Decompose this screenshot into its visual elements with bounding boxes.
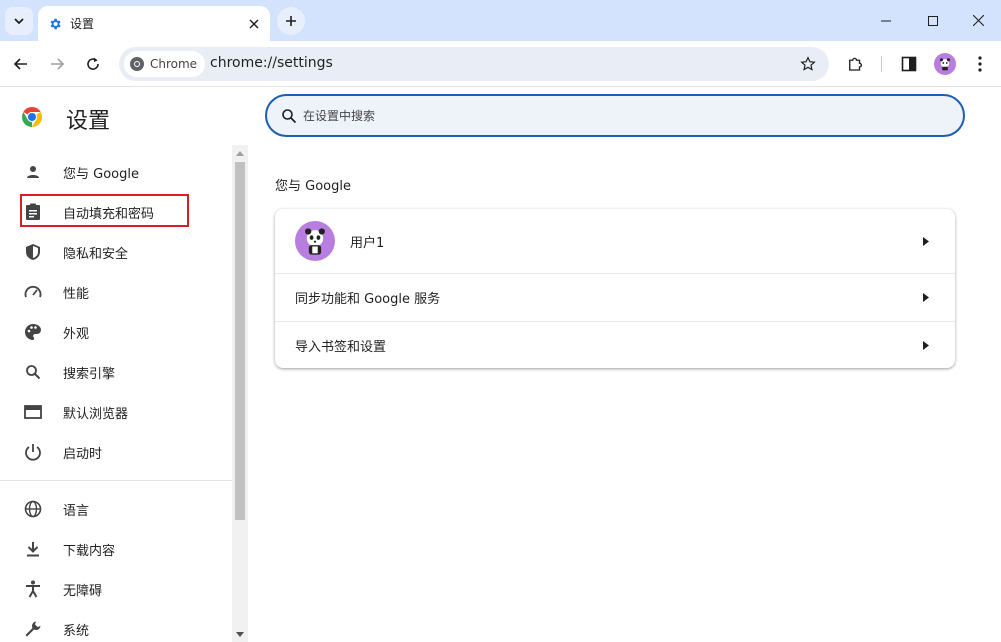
sidebar-item-label: 搜索引擎 [63,366,116,382]
you-and-google-card: 用户1 同步功能和 Google 服务 导入书签和设置 [275,209,955,368]
site-chip-label: Chrome [150,57,198,71]
bookmark-star-button[interactable] [797,53,819,75]
globe-icon [23,499,43,519]
triangle-up-icon [236,150,244,156]
row-sync-services[interactable]: 同步功能和 Google 服务 [275,274,955,321]
sidebar-item-label: 下载内容 [63,543,116,559]
row-label: 导入书签和设置 [295,339,387,355]
row-label: 用户1 [350,235,385,251]
chrome-logo-icon [22,107,42,127]
caret-right-icon [921,340,931,350]
arrow-left-icon [13,58,27,70]
sidebar-item-downloads[interactable]: 下载内容 [0,529,232,569]
page-title: 设置 [66,109,111,134]
palette-icon [23,322,43,342]
maximize-icon [928,15,938,26]
url-text[interactable]: chrome://settings [210,55,333,71]
caret-right-icon [921,236,931,246]
scroll-down-arrow[interactable] [232,627,248,641]
speedometer-icon [23,282,43,302]
address-bar[interactable]: Chrome chrome://settings [119,47,829,81]
forward-button[interactable] [43,50,71,78]
profile-avatar-button[interactable] [934,53,956,75]
arrow-right-icon [51,58,65,70]
sidebar-item-you-and-google[interactable]: 您与 Google [0,152,232,192]
panda-avatar-icon [939,58,951,71]
download-icon [23,539,43,559]
sidebar-item-label: 语言 [63,503,90,519]
triangle-down-icon [236,631,244,637]
tab-strip: 设置 [0,0,1001,41]
shield-icon [23,242,43,262]
extensions-button[interactable] [841,50,869,78]
toolbar: Chrome chrome://settings [0,41,1001,87]
minimize-button[interactable] [863,0,909,41]
star-icon [800,56,816,71]
search-icon [282,108,297,123]
person-icon [23,162,43,182]
row-user-profile[interactable]: 用户1 [275,209,955,273]
sidebar-item-label: 隐私和安全 [63,246,129,262]
side-panel-button[interactable] [895,50,923,78]
tab-search-button[interactable] [5,7,33,35]
tab-title: 设置 [70,17,95,31]
row-label: 同步功能和 Google 服务 [295,292,441,307]
accessibility-icon [23,579,43,599]
sidebar-item-appearance[interactable]: 外观 [0,312,232,352]
sidebar-divider [0,480,232,481]
puzzle-icon [849,57,863,71]
more-vertical-icon [978,56,982,72]
plus-icon [286,16,296,26]
close-icon [249,19,259,28]
scroll-up-arrow[interactable] [232,146,248,160]
minimize-icon [881,20,891,21]
power-icon [23,442,43,462]
caret-right-icon [921,293,931,303]
settings-search-input[interactable]: 在设置中搜索 [265,94,965,137]
sidebar-item-languages[interactable]: 语言 [0,489,232,529]
sidebar-scrollbar[interactable] [232,145,248,642]
search-placeholder: 在设置中搜索 [303,109,376,123]
section-title: 您与 Google [275,179,351,194]
sidebar-item-accessibility[interactable]: 无障碍 [0,569,232,609]
reload-icon [87,57,99,70]
sidebar-item-on-startup[interactable]: 启动时 [0,432,232,472]
row-import-bookmarks[interactable]: 导入书签和设置 [275,322,955,368]
site-chip[interactable]: Chrome [124,51,206,77]
reload-button[interactable] [79,50,107,78]
close-window-button[interactable] [955,0,1001,41]
sidebar-item-label: 启动时 [63,446,103,462]
sidebar-item-label: 您与 Google [63,166,139,182]
scroll-thumb[interactable] [235,162,245,520]
chrome-logo-icon [130,57,144,71]
search-icon [23,362,43,382]
panda-avatar-icon [305,228,325,255]
sidebar-item-label: 性能 [63,286,90,302]
back-button[interactable] [7,50,35,78]
sidebar-item-label: 外观 [63,326,90,342]
wrench-icon [23,619,43,639]
close-icon [972,15,984,26]
tab-close-button[interactable] [244,14,264,34]
chevron-down-icon [14,18,24,25]
menu-button[interactable] [966,50,994,78]
sidebar-item-label: 系统 [63,623,90,639]
toolbar-divider [881,56,882,72]
sidebar-item-system[interactable]: 系统 [0,609,232,642]
maximize-button[interactable] [910,0,956,41]
sidebar-item-label: 无障碍 [63,583,103,599]
sidebar-item-label: 默认浏览器 [63,406,129,422]
avatar [295,221,335,261]
tab-settings[interactable]: 设置 [38,6,270,41]
new-tab-button[interactable] [277,7,305,35]
gear-icon [50,18,61,29]
sidebar-item-privacy[interactable]: 隐私和安全 [0,232,232,272]
sidebar-item-default-browser[interactable]: 默认浏览器 [0,392,232,432]
side-panel-icon [901,56,917,72]
browser-icon [23,402,43,422]
annotation-highlight-box [20,194,189,227]
sidebar-item-search-engine[interactable]: 搜索引擎 [0,352,232,392]
sidebar-item-performance[interactable]: 性能 [0,272,232,312]
